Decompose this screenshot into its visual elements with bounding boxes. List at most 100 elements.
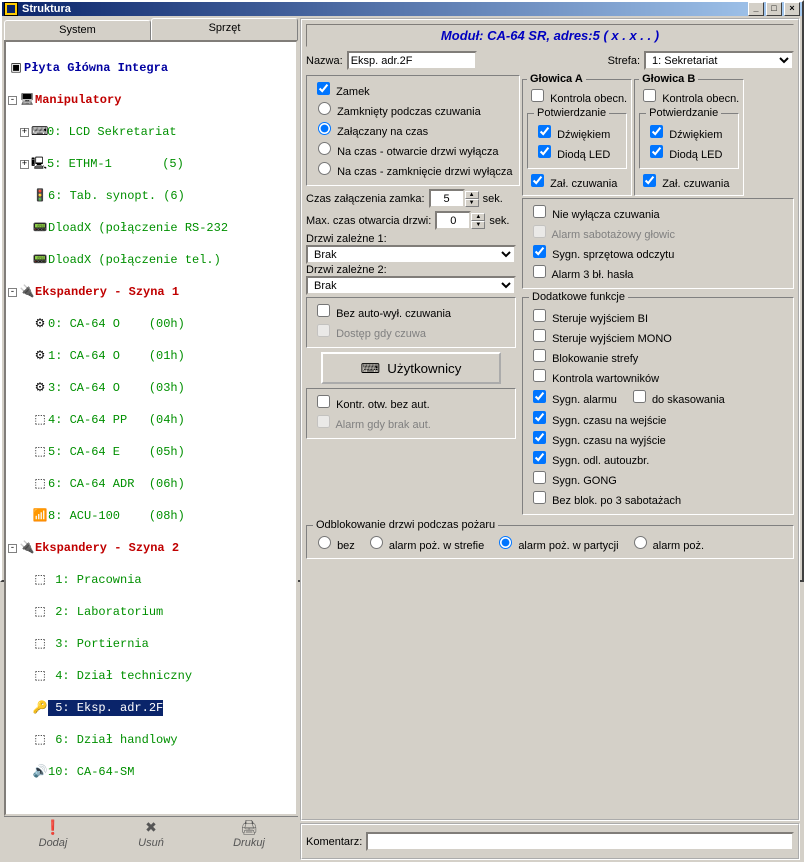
auto-group: Bez auto-wył. czuwania Dostęp gdy czuwa <box>306 297 516 348</box>
spin-up-icon[interactable]: ▲ <box>465 191 479 199</box>
close-button[interactable]: × <box>784 2 800 16</box>
kontrola-a-check[interactable]: Kontrola obecn. <box>527 86 627 105</box>
minimize-button[interactable]: _ <box>748 2 764 16</box>
dzwiek-b-check[interactable]: Dźwiękiem <box>646 122 732 141</box>
strefa-select[interactable]: 1: Sekretariat <box>644 51 794 70</box>
dzwiek-a-check[interactable]: Dźwiękiem <box>534 122 620 141</box>
al3bl-check[interactable]: Alarm 3 bł. hasła <box>529 262 787 281</box>
tree-item[interactable]: 5: CA-64 E (05h) <box>48 444 185 460</box>
odblok-legend: Odblokowanie drzwi podczas pożaru <box>313 519 498 531</box>
dz2-select[interactable]: Brak <box>306 276 516 295</box>
expand-icon[interactable]: + <box>20 128 29 137</box>
sterbi-check[interactable]: Steruje wyjściem BI <box>529 306 787 325</box>
bezblok-check[interactable]: Bez blok. po 3 sabotażach <box>529 488 787 507</box>
kontrola-b-check[interactable]: Kontrola obecn. <box>639 86 739 105</box>
sygwe-check[interactable]: Sygn. czasu na wejście <box>529 408 787 427</box>
zamek-check[interactable]: Zamek <box>313 79 513 98</box>
tree-item[interactable]: 8: ACU-100 (08h) <box>48 508 185 524</box>
spin-down-icon[interactable]: ▼ <box>465 199 479 207</box>
add-button[interactable]: ❗Dodaj <box>13 819 93 860</box>
czas-zal-input[interactable] <box>429 189 465 208</box>
sygspr-check[interactable]: Sygn. sprzętowa odczytu <box>529 242 787 261</box>
dodfun-legend: Dodatkowe funkcje <box>529 291 628 303</box>
tree-item[interactable]: 3: Portiernia <box>48 636 149 652</box>
tree-view[interactable]: ▣Płyta Główna Integra -🖥Manipulatory +⌨0… <box>4 40 298 816</box>
collapse-icon[interactable]: - <box>8 96 17 105</box>
tree-item[interactable]: DloadX (połączenie RS-232 <box>48 220 228 236</box>
zalcz-a-check[interactable]: Zał. czuwania <box>527 171 627 190</box>
tree-item[interactable]: 1: Pracownia <box>48 572 142 588</box>
nazwa-label: Nazwa: <box>306 55 343 67</box>
collapse-icon[interactable]: - <box>8 288 17 297</box>
spin-down-icon[interactable]: ▼ <box>471 221 485 229</box>
odblok-group: Odblokowanie drzwi podczas pożaru bez al… <box>306 519 794 559</box>
tree-item[interactable]: 5: ETHM-1 (5) <box>47 156 184 172</box>
tree-root[interactable]: Płyta Główna Integra <box>24 60 168 76</box>
tree-item[interactable]: DloadX (połączenie tel.) <box>48 252 221 268</box>
tree-item[interactable]: 3: CA-64 O (03h) <box>48 380 185 396</box>
dioda-b-check[interactable]: Diodą LED <box>646 142 732 161</box>
dz1-select[interactable]: Brak <box>306 245 516 264</box>
sygwy-check[interactable]: Sygn. czasu na wyjście <box>529 428 787 447</box>
odblok-radio[interactable]: bez <box>313 533 355 552</box>
niewyl-check[interactable]: Nie wyłącza czuwania <box>529 202 787 221</box>
dokas-check[interactable]: do skasowania <box>629 387 725 406</box>
spin-up-icon[interactable]: ▲ <box>471 213 485 221</box>
max-otw-input[interactable] <box>435 211 471 230</box>
kontwart-check[interactable]: Kontrola wartowników <box>529 366 787 385</box>
module-header: Moduł: CA-64 SR, adres:5 ( x . x . . ) <box>306 24 794 47</box>
zamek-group: Zamek Zamknięty podczas czuwania Załącza… <box>306 75 520 186</box>
glowica-b-legend: Głowica B <box>639 73 698 85</box>
tree-group[interactable]: Manipulatory <box>35 92 121 108</box>
odblok-radio[interactable]: alarm poż. w partycji <box>494 533 618 552</box>
komentarz-input[interactable] <box>366 832 794 851</box>
syggong-check[interactable]: Sygn. GONG <box>529 468 787 487</box>
zalcz-b-check[interactable]: Zał. czuwania <box>639 171 739 190</box>
odblok-radio[interactable]: alarm poż. w strefie <box>365 533 484 552</box>
tree-group[interactable]: Ekspandery - Szyna 2 <box>35 540 179 556</box>
zamek-radio[interactable]: Zamknięty podczas czuwania <box>313 99 513 118</box>
tree-group[interactable]: Ekspandery - Szyna 1 <box>35 284 179 300</box>
tree-item-selected[interactable]: 5: Eksp. adr.2F <box>48 700 163 716</box>
maximize-button[interactable]: □ <box>766 2 782 16</box>
strefa-label: Strefa: <box>608 55 640 67</box>
glowica-b-group: Głowica B Kontrola obecn. Potwierdzanie … <box>634 73 744 196</box>
app-icon <box>4 2 18 16</box>
blokstr-check[interactable]: Blokowanie strefy <box>529 346 787 365</box>
tree-item[interactable]: 4: Dział techniczny <box>48 668 192 684</box>
tree-item[interactable]: 0: LCD Sekretariat <box>47 124 177 140</box>
glowica-a-group: Głowica A Kontrola obecn. Potwierdzanie … <box>522 73 632 196</box>
tree-item[interactable]: 4: CA-64 PP (04h) <box>48 412 185 428</box>
czas-zal-label: Czas załączenia zamka: <box>306 193 425 205</box>
dioda-a-check[interactable]: Diodą LED <box>534 142 620 161</box>
delete-button[interactable]: ✖Usuń <box>111 819 191 860</box>
zamek-radio[interactable]: Załączany na czas <box>313 119 513 138</box>
tab-sprzet[interactable]: Sprzęt <box>151 18 298 40</box>
print-button[interactable]: 🖨Drukuj <box>209 819 289 860</box>
dz1-label: Drzwi zależne 1: <box>306 233 387 245</box>
sygodl-check[interactable]: Sygn. odl. autouzbr. <box>529 448 787 467</box>
dodfun-group: Dodatkowe funkcje Steruje wyjściem BI St… <box>522 291 794 515</box>
tree-item[interactable]: 6: Tab. synopt. (6) <box>48 188 185 204</box>
zamek-radio[interactable]: Na czas - zamknięcie drzwi wyłącza <box>313 159 513 178</box>
tree-item[interactable]: 10: CA-64-SM <box>48 764 134 780</box>
stermono-check[interactable]: Steruje wyjściem MONO <box>529 326 787 345</box>
uzytkownicy-button[interactable]: ⌨ Użytkownicy <box>321 352 501 384</box>
sygal-check[interactable]: Sygn. alarmu <box>529 387 617 406</box>
dz2-label: Drzwi zależne 2: <box>306 264 387 276</box>
tree-item[interactable]: 1: CA-64 O (01h) <box>48 348 185 364</box>
tree-item[interactable]: 0: CA-64 O (00h) <box>48 316 185 332</box>
tree-item[interactable]: 6: Dział handlowy <box>48 732 178 748</box>
bez-auto-check[interactable]: Bez auto-wył. czuwania <box>313 301 509 320</box>
tree-item[interactable]: 6: CA-64 ADR (06h) <box>48 476 185 492</box>
nazwa-input[interactable] <box>347 51 477 70</box>
odblok-radio[interactable]: alarm poż. <box>629 533 704 552</box>
misc-group: Nie wyłącza czuwania Alarm sabotażowy gł… <box>522 198 794 289</box>
left-tabs: System Sprzęt <box>4 18 298 40</box>
zamek-radio[interactable]: Na czas - otwarcie drzwi wyłącza <box>313 139 513 158</box>
tree-item[interactable]: 2: Laboratorium <box>48 604 163 620</box>
collapse-icon[interactable]: - <box>8 544 17 553</box>
kontr-check[interactable]: Kontr. otw. bez aut. <box>313 392 509 411</box>
tab-system[interactable]: System <box>4 20 151 40</box>
expand-icon[interactable]: + <box>20 160 29 169</box>
